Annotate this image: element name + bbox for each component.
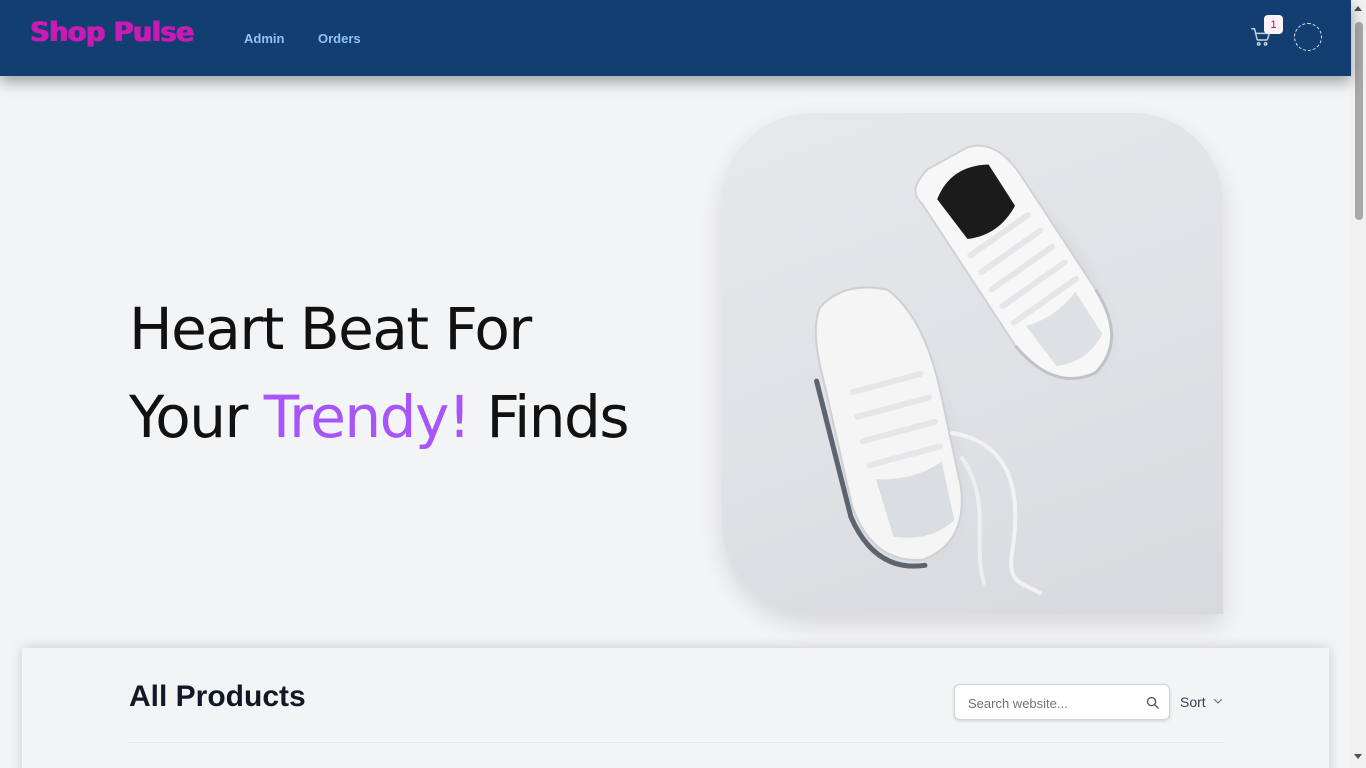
products-section: All Products Sort	[22, 648, 1329, 768]
section-divider	[128, 742, 1223, 743]
hero-line-2-suffix: Finds	[486, 383, 630, 451]
hero-sneakers-image	[722, 113, 1223, 614]
user-avatar[interactable]	[1294, 23, 1322, 51]
search-icon[interactable]	[1145, 695, 1160, 710]
products-heading: All Products	[129, 680, 306, 713]
chevron-down-icon	[1212, 694, 1224, 710]
nav-link-admin[interactable]: Admin	[244, 31, 284, 46]
search-box	[954, 684, 1170, 720]
navbar: Shop Pulse Admin Orders 1	[0, 0, 1351, 76]
scroll-up-arrow-icon[interactable]	[1354, 6, 1362, 11]
cart-count-badge: 1	[1264, 15, 1283, 34]
sort-dropdown[interactable]: Sort	[1180, 694, 1224, 710]
scroll-down-arrow-icon[interactable]	[1354, 754, 1362, 759]
page-scrollbar[interactable]	[1351, 0, 1366, 768]
nav-link-orders[interactable]: Orders	[318, 31, 361, 46]
logo[interactable]: Shop Pulse	[30, 17, 194, 48]
hero-line-1: Heart Beat For	[129, 295, 532, 363]
search-input[interactable]	[968, 694, 1138, 712]
sort-label: Sort	[1180, 694, 1206, 710]
hero-headline: Heart Beat For Your Trendy! Finds	[129, 285, 630, 461]
hero-accent-word: Trendy!	[263, 383, 471, 451]
scrollbar-thumb[interactable]	[1355, 22, 1363, 220]
hero-line-2-prefix: Your	[129, 383, 248, 451]
